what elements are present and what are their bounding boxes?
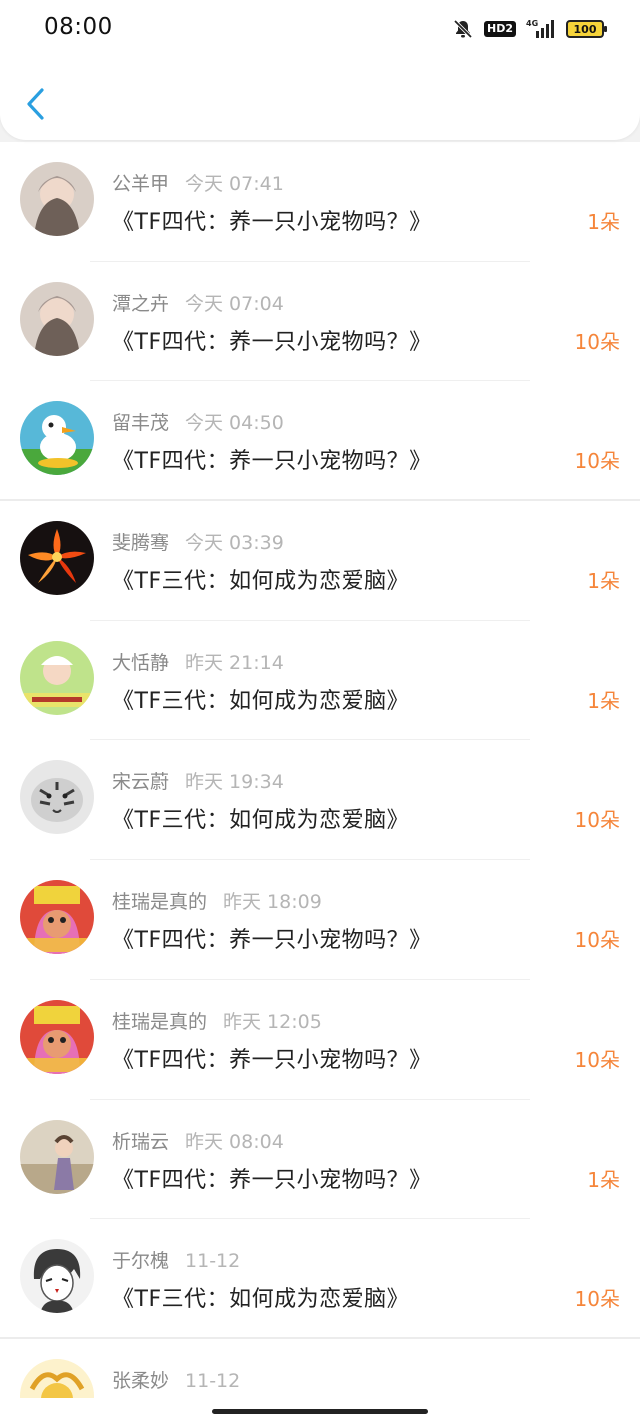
battery-icon: 100 — [566, 20, 607, 38]
list-item[interactable]: 留丰茂 今天 04:50 《TF四代：养一只小宠物吗？》 10朵 — [0, 381, 640, 502]
flower-count: 10朵 — [574, 808, 620, 833]
signal-icon: 4G — [526, 19, 554, 38]
timestamp: 昨天 18:09 — [223, 891, 322, 914]
book-title: 《TF四代：养一只小宠物吗？》 — [112, 1047, 432, 1073]
list-item[interactable]: 宋云蔚 昨天 19:34 《TF三代：如何成为恋爱脑》 10朵 — [0, 740, 640, 861]
book-title: 《TF四代：养一只小宠物吗？》 — [112, 329, 432, 355]
timestamp: 昨天 08:04 — [185, 1130, 284, 1153]
sender-line: 桂瑞是真的 昨天 12:05 — [112, 1007, 322, 1034]
sender-line: 大恬静 昨天 21:14 — [112, 648, 284, 675]
flower-count: 1朵 — [587, 569, 620, 594]
list-item[interactable]: 于尔槐 11-12 《TF三代：如何成为恋爱脑》 10朵 — [0, 1219, 640, 1339]
timestamp: 昨天 21:14 — [185, 651, 284, 674]
avatar[interactable] — [20, 281, 94, 356]
list-item[interactable]: 潭之卉 今天 07:04 《TF四代：养一只小宠物吗？》 10朵 — [0, 261, 640, 382]
battery-level: 100 — [573, 22, 597, 36]
timestamp: 11-12 — [185, 1369, 241, 1392]
list-item[interactable]: 大恬静 昨天 21:14 《TF三代：如何成为恋爱脑》 1朵 — [0, 620, 640, 741]
book-title: 《TF四代：养一只小宠物吗？》 — [112, 449, 432, 475]
sender-name: 于尔槐 — [112, 1250, 170, 1273]
avatar[interactable] — [20, 162, 94, 236]
sender-name: 留丰茂 — [112, 412, 170, 435]
avatar[interactable] — [20, 1239, 94, 1314]
bell-muted-icon — [453, 19, 473, 39]
book-title: 《TF四代：养一只小宠物吗？》 — [112, 1167, 432, 1193]
list-item[interactable]: 桂瑞是真的 昨天 12:05 《TF四代：养一只小宠物吗？》 10朵 — [0, 979, 640, 1100]
book-title: 《TF四代：养一只小宠物吗？》 — [112, 928, 432, 954]
sender-name: 桂瑞是真的 — [112, 891, 208, 914]
flower-count: 1朵 — [587, 688, 620, 713]
avatar[interactable] — [20, 999, 94, 1074]
tiger-avatar — [20, 760, 94, 835]
status-icons: HD2 4G 100 — [452, 14, 607, 44]
sender-line: 析瑞云 昨天 08:04 — [112, 1127, 284, 1154]
avatar[interactable] — [20, 401, 94, 476]
sender-line: 于尔槐 11-12 — [112, 1246, 240, 1273]
book-title: 《TF四代：养一只小宠物吗？》 — [112, 210, 432, 235]
avatar[interactable] — [20, 640, 94, 715]
timestamp: 昨天 19:34 — [185, 771, 284, 794]
sender-name: 张柔妙 — [112, 1369, 170, 1392]
chevron-left-icon — [27, 88, 44, 120]
portrait-girl-avatar — [20, 281, 94, 356]
hd-badge: HD2 — [484, 21, 516, 37]
sender-line: 留丰茂 今天 04:50 — [112, 408, 284, 435]
sender-name: 潭之卉 — [112, 292, 170, 315]
child-photo-avatar — [20, 1119, 94, 1194]
sender-line: 张柔妙 11-12 — [112, 1366, 240, 1393]
sender-line: 宋云蔚 昨天 19:34 — [112, 767, 284, 794]
book-title: 《TF三代：如何成为恋爱脑》 — [112, 1287, 410, 1313]
sender-line: 公羊甲 今天 07:41 — [112, 169, 284, 196]
sender-name: 析瑞云 — [112, 1130, 170, 1153]
sender-name: 斐腾骞 — [112, 532, 170, 555]
top-bar: 08:00 HD2 4G 100 — [0, 0, 640, 140]
flower-count: 10朵 — [574, 1287, 620, 1312]
portrait-girl-avatar — [20, 162, 94, 236]
flower-count: 1朵 — [587, 1167, 620, 1192]
girl-cap-avatar — [20, 640, 94, 715]
sender-name: 桂瑞是真的 — [112, 1010, 208, 1033]
timestamp: 今天 07:41 — [185, 173, 284, 195]
list-item[interactable]: 桂瑞是真的 昨天 18:09 《TF四代：养一只小宠物吗？》 10朵 — [0, 860, 640, 980]
sender-line: 潭之卉 今天 07:04 — [112, 289, 284, 316]
book-title: 《TF三代：如何成为恋爱脑》 — [112, 688, 410, 714]
anime-sketch-avatar — [20, 1239, 94, 1314]
flower-count: 10朵 — [574, 329, 620, 354]
sender-line: 斐腾骞 今天 03:39 — [112, 528, 284, 555]
flower-count: 10朵 — [574, 1047, 620, 1072]
sender-name: 宋云蔚 — [112, 771, 170, 794]
avatar[interactable] — [20, 1119, 94, 1194]
sender-line: 桂瑞是真的 昨天 18:09 — [112, 887, 322, 914]
list-item[interactable]: 公羊甲 今天 07:41 《TF四代：养一只小宠物吗？》 1朵 — [0, 142, 640, 262]
avatar[interactable] — [20, 880, 94, 955]
cartoon-character-avatar — [20, 880, 94, 955]
timestamp: 今天 03:39 — [185, 532, 284, 555]
svg-text:4G: 4G — [526, 19, 538, 28]
cartoon-character-avatar — [20, 999, 94, 1074]
cartoon-duck-avatar — [20, 401, 94, 476]
timestamp: 今天 04:50 — [185, 412, 284, 435]
book-title: 《TF三代：如何成为恋爱脑》 — [112, 808, 410, 834]
status-time: 08:00 — [44, 14, 113, 40]
list-item[interactable]: 斐腾骞 今天 03:39 《TF三代：如何成为恋爱脑》 1朵 — [0, 501, 640, 621]
flower-count: 10朵 — [574, 928, 620, 953]
timestamp: 今天 07:04 — [185, 292, 284, 315]
avatar[interactable] — [20, 521, 94, 596]
fire-flower-avatar — [20, 521, 94, 596]
avatar[interactable] — [20, 760, 94, 835]
flower-count: 10朵 — [574, 449, 620, 474]
sender-name: 公羊甲 — [112, 173, 170, 195]
list-item[interactable]: 析瑞云 昨天 08:04 《TF四代：养一只小宠物吗？》 1朵 — [0, 1099, 640, 1220]
book-title: 《TF三代：如何成为恋爱脑》 — [112, 569, 410, 595]
home-indicator[interactable] — [212, 1409, 428, 1414]
back-button[interactable] — [18, 84, 54, 124]
sender-name: 大恬静 — [112, 651, 170, 674]
flower-count: 1朵 — [587, 210, 620, 234]
timestamp: 11-12 — [185, 1250, 241, 1273]
timestamp: 昨天 12:05 — [223, 1010, 322, 1033]
gift-record-list: 公羊甲 今天 07:41 《TF四代：养一只小宠物吗？》 1朵 潭之卉 今天 07:… — [0, 142, 640, 1428]
